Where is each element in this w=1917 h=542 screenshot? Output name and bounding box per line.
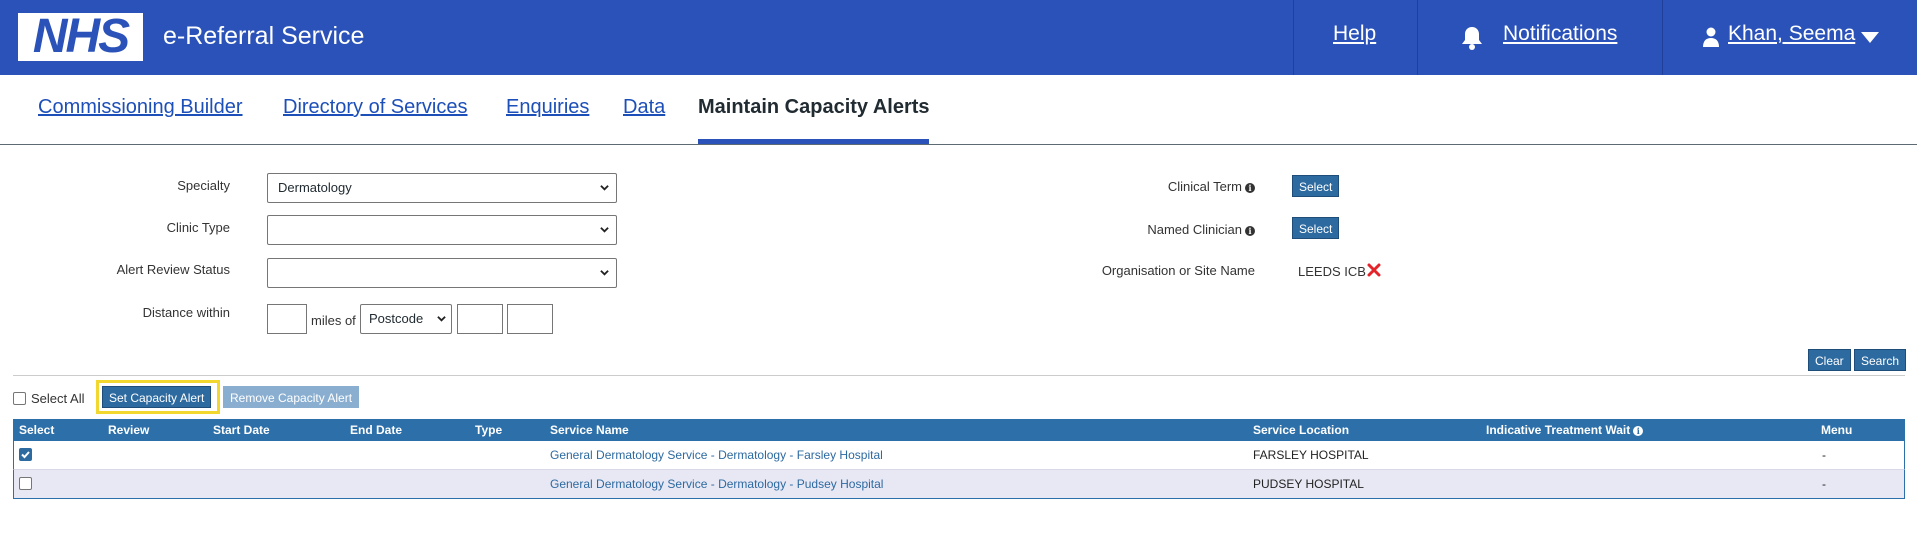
- organisation-value: LEEDS ICB: [1298, 264, 1366, 279]
- table-row: General Dermatology Service - Dermatolog…: [13, 441, 1905, 470]
- col-type[interactable]: Type: [475, 423, 502, 437]
- tab-enquiries[interactable]: Enquiries: [506, 96, 589, 119]
- search-button[interactable]: Search: [1854, 349, 1907, 371]
- postcode-select[interactable]: Postcode: [360, 304, 452, 334]
- col-review[interactable]: Review: [108, 423, 149, 437]
- specialty-select[interactable]: Dermatology: [267, 173, 617, 203]
- set-capacity-alert-button[interactable]: Set Capacity Alert: [102, 386, 212, 408]
- notifications-link[interactable]: Notifications: [1503, 22, 1617, 46]
- header-divider: [1293, 0, 1294, 75]
- header-divider: [1417, 0, 1418, 75]
- active-tab-indicator: [698, 139, 929, 144]
- table-row: General Dermatology Service - Dermatolog…: [13, 470, 1905, 499]
- row-menu[interactable]: -: [1822, 477, 1826, 491]
- postcode-part2-input[interactable]: [507, 304, 553, 334]
- service-location: PUDSEY HOSPITAL: [1253, 477, 1364, 491]
- col-start-date[interactable]: Start Date: [213, 423, 270, 437]
- service-name-link[interactable]: General Dermatology Service - Dermatolog…: [550, 448, 883, 462]
- chevron-down-icon: [600, 185, 609, 191]
- col-service-name[interactable]: Service Name: [550, 423, 629, 437]
- chevron-down-icon: [600, 227, 609, 233]
- info-icon[interactable]: i: [1245, 225, 1255, 236]
- nhs-logo[interactable]: NHS: [18, 13, 143, 61]
- named-clinician-select-button[interactable]: Select: [1292, 217, 1340, 239]
- service-location: FARSLEY HOSPITAL: [1253, 448, 1369, 462]
- service-name-link[interactable]: General Dermatology Service - Dermatolog…: [550, 477, 883, 491]
- tab-maintain-capacity-alerts[interactable]: Maintain Capacity Alerts: [698, 96, 930, 119]
- chevron-down-icon[interactable]: [1861, 32, 1879, 43]
- user-menu-link[interactable]: Khan, Seema: [1728, 22, 1855, 46]
- help-link[interactable]: Help: [1333, 22, 1376, 46]
- clear-button[interactable]: Clear: [1808, 349, 1851, 371]
- chevron-down-icon: [600, 270, 609, 276]
- chevron-down-icon: [437, 316, 446, 322]
- col-menu: Menu: [1821, 423, 1853, 437]
- specialty-label: Specialty: [177, 178, 230, 193]
- row-checkbox[interactable]: [19, 477, 32, 490]
- row-checkbox[interactable]: [19, 448, 32, 461]
- check-icon: [21, 451, 30, 459]
- info-icon[interactable]: i: [1245, 182, 1255, 193]
- top-header: NHS e-Referral Service Help Notification…: [0, 0, 1917, 75]
- col-service-location[interactable]: Service Location: [1253, 423, 1349, 437]
- col-indicative-treatment-wait[interactable]: Indicative Treatment Wait i: [1486, 423, 1644, 437]
- main-nav: Commissioning Builder Directory of Servi…: [0, 75, 1917, 145]
- postcode-part1-input[interactable]: [457, 304, 503, 334]
- col-end-date[interactable]: End Date: [350, 423, 402, 437]
- row-menu[interactable]: -: [1822, 448, 1826, 462]
- clinic-type-select[interactable]: [267, 215, 617, 245]
- tab-commissioning-builder[interactable]: Commissioning Builder: [38, 96, 243, 119]
- header-divider: [1662, 0, 1663, 75]
- distance-label: Distance within: [142, 305, 230, 320]
- user-icon: [1703, 27, 1719, 47]
- tab-data[interactable]: Data: [623, 96, 665, 119]
- alert-review-status-label: Alert Review Status: [116, 262, 230, 277]
- col-select: Select: [19, 423, 55, 437]
- alert-review-status-select[interactable]: [267, 258, 617, 288]
- remove-capacity-alert-button[interactable]: Remove Capacity Alert: [223, 386, 360, 408]
- info-icon[interactable]: i: [1633, 425, 1644, 436]
- select-all-checkbox[interactable]: [13, 392, 26, 405]
- app-name: e-Referral Service: [163, 22, 365, 50]
- divider: [13, 375, 1905, 376]
- organisation-site-label: Organisation or Site Name: [1101, 263, 1255, 278]
- named-clinician-label: Named Clinician i: [1040, 222, 1255, 237]
- clinic-type-label: Clinic Type: [166, 220, 230, 235]
- distance-input[interactable]: [267, 304, 307, 334]
- clinical-term-select-button[interactable]: Select: [1292, 175, 1340, 197]
- remove-x-icon[interactable]: [1367, 263, 1381, 277]
- tab-directory-of-services[interactable]: Directory of Services: [283, 96, 468, 119]
- select-all-label: Select All: [31, 391, 85, 406]
- clinical-term-label: Clinical Term i: [1040, 179, 1255, 194]
- miles-of-label: miles of: [311, 313, 356, 328]
- table-header: Select Review Start Date End Date Type S…: [13, 419, 1905, 441]
- bell-icon: [1462, 27, 1482, 50]
